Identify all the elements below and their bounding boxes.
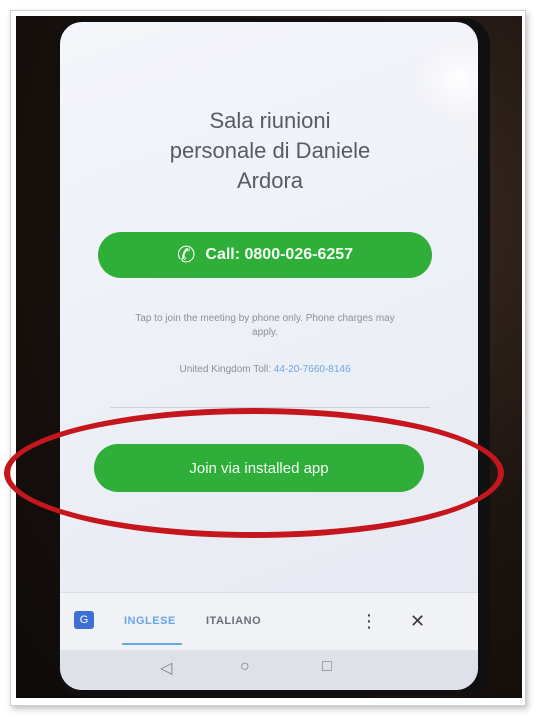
title-line-1: Sala riunioni xyxy=(209,108,331,133)
light-glare xyxy=(415,34,478,124)
phone-hint-text: Tap to join the meeting by phone only. P… xyxy=(135,313,395,338)
translate-icon[interactable]: G xyxy=(74,611,94,629)
highlight-annotation-ring xyxy=(4,408,504,538)
more-vertical-icon[interactable]: ⋮ xyxy=(360,611,378,632)
language-tab-english[interactable]: INGLESE xyxy=(124,615,176,627)
nav-home-icon[interactable]: ○ xyxy=(240,658,250,676)
toll-label: United Kingdom Toll: xyxy=(179,364,272,375)
phone-screen: Sala riunioni personale di Daniele Ardor… xyxy=(60,22,478,690)
toll-number-link[interactable]: 44-20-7660-8146 xyxy=(274,364,351,375)
translate-bar: G INGLESE ITALIANO ⋮ ✕ xyxy=(60,592,478,651)
call-button[interactable]: ✆ Call: 0800-026-6257 xyxy=(98,232,432,278)
title-line-2: personale di Daniele xyxy=(169,138,371,163)
language-tab-italian[interactable]: ITALIANO xyxy=(206,615,261,627)
android-nav-bar: ◁ ○ □ xyxy=(60,650,478,690)
toll-info: United Kingdom Toll: 44-20-7660-8146 xyxy=(120,364,410,375)
title-line-3: Ardora xyxy=(236,168,304,193)
nav-recent-icon[interactable]: □ xyxy=(322,658,332,676)
close-icon[interactable]: ✕ xyxy=(410,611,425,632)
page-title: Sala riunioni personale di Daniele Ardor… xyxy=(120,106,420,196)
active-tab-underline xyxy=(122,643,182,645)
call-button-label: Call: 0800-026-6257 xyxy=(205,246,354,263)
phone-icon: ✆ xyxy=(176,242,196,267)
nav-back-icon[interactable]: ◁ xyxy=(160,658,172,678)
